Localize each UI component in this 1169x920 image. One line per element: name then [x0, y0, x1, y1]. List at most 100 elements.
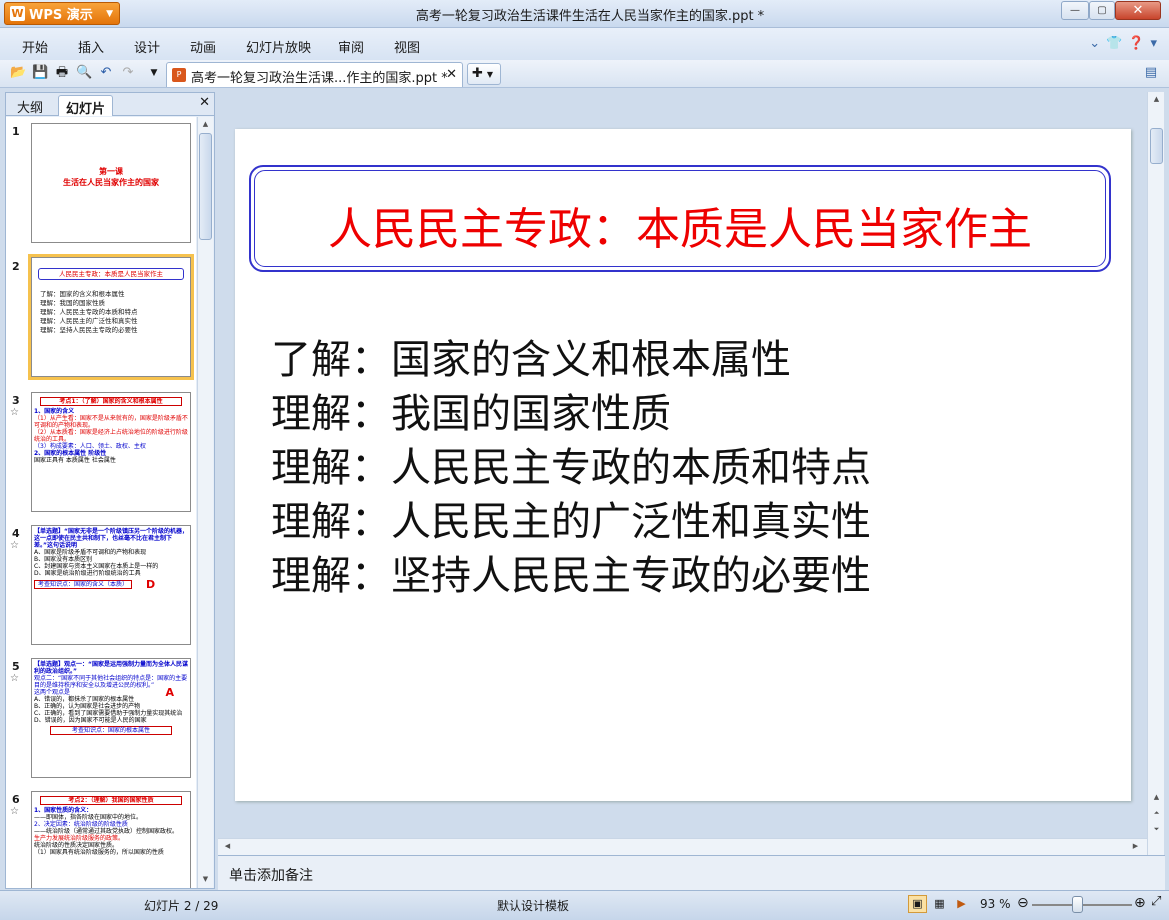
redo-icon[interactable]: ↷: [120, 65, 136, 81]
slide-body[interactable]: 了解：国家的含义和根本属性 理解：我国的国家性质 理解：人民民主专政的本质和特点…: [271, 333, 871, 603]
undo-icon[interactable]: ↶: [98, 65, 114, 81]
slide-body-line: 理解：人民民主的广泛性和真实性: [271, 499, 871, 545]
thumbnail-text: 2、决定因素：统治阶级的阶级性质: [34, 821, 128, 828]
print-icon[interactable]: 🖶: [54, 65, 70, 81]
wps-logo-icon: W: [10, 6, 25, 21]
thumbnail-text: 生活在人民当家作主的国家: [63, 178, 159, 187]
vertical-scrollbar[interactable]: ▲ ▲ ⏶ ⏷: [1147, 92, 1164, 855]
chevron-down-icon[interactable]: ▾: [1150, 36, 1157, 51]
scroll-up-icon[interactable]: ▲: [1149, 92, 1164, 107]
scrollbar-thumb[interactable]: [199, 133, 212, 240]
chevron-down-icon: ▼: [106, 8, 113, 19]
slide-thumbnail-6[interactable]: 考点2：（理解）我国的国家性质 1、国家性质的含义： ——即国体，指各阶级在国家…: [31, 791, 191, 888]
thumbnail-number: 4: [12, 527, 20, 540]
slide-thumbnail-4[interactable]: 【单选题】“国家无非是一个阶级镇压另一个阶级的机器，这一点即使在民主共和制下，也…: [31, 525, 191, 645]
previous-slide-icon[interactable]: ⏶: [1149, 806, 1164, 821]
skin-icon[interactable]: 👕: [1106, 36, 1122, 51]
thumbnail-title: 人民民主专政：本质是人民当家作主: [38, 268, 184, 280]
scrollbar-thumb[interactable]: [1150, 128, 1163, 164]
notes-pane[interactable]: 单击添加备注: [218, 855, 1165, 890]
thumbnail-text: 理解：我国的国家性质: [40, 299, 105, 307]
tab-outline[interactable]: 大纲: [10, 95, 50, 116]
collapse-ribbon-icon[interactable]: ⌄: [1089, 36, 1100, 51]
title-bar: W WPS 演示 ▼ 高考一轮复习政治生活课件生活在人民当家作主的国家.ppt …: [0, 0, 1169, 28]
ppt-file-icon: P: [172, 68, 186, 82]
thumbnail-text: 考查知识点：国家的含义（本质）: [34, 580, 133, 589]
normal-view-icon[interactable]: ▣: [908, 895, 927, 913]
help-icon[interactable]: ❓: [1128, 36, 1144, 51]
chevron-down-icon: ▼: [486, 70, 494, 79]
wps-menu-button[interactable]: W WPS 演示 ▼: [4, 2, 120, 25]
slide-thumbnail-3[interactable]: 考点1：（了解）国家的含义和根本属性 1、国家的含义 （1）从产生看：国家不是从…: [31, 392, 191, 512]
menu-review[interactable]: 审阅: [338, 37, 364, 56]
status-bar: 幻灯片 2 / 29 默认设计模板 ▣ ▦ ▶ 93 % ⊖ ⊕ ⤢: [0, 890, 1169, 920]
slide-edit-area: 人民民主专政：本质是人民当家作主 了解：国家的含义和根本属性 理解：我国的国家性…: [218, 92, 1165, 855]
animation-star-icon: ☆: [10, 806, 19, 817]
close-panel-icon[interactable]: ✕: [199, 95, 210, 110]
notes-placeholder: 单击添加备注: [229, 868, 313, 884]
thumbnail-text: 生产力发展统治阶级服务的政策。: [34, 835, 125, 842]
panel-scrollbar[interactable]: ▲ ▼: [197, 117, 213, 888]
next-slide-icon[interactable]: ⏷: [1149, 822, 1164, 837]
slide-body-line: 理解：坚持人民民主专政的必要性: [271, 553, 871, 599]
horizontal-scrollbar[interactable]: ◀ ▶: [218, 838, 1147, 855]
window-layout-icon[interactable]: ▤: [1143, 65, 1159, 81]
print-preview-icon[interactable]: 🔍: [76, 65, 92, 81]
menu-bar: 开始 插入 设计 动画 幻灯片放映 审阅 视图 ⌄ 👕 ❓ ▾: [0, 28, 1169, 60]
thumbnail-text: （1）从产生看：国家不是从来就有的，国家是阶级矛盾不可调和的产物和表现。: [34, 415, 188, 429]
zoom-out-icon[interactable]: ⊖: [1017, 895, 1029, 911]
thumbnail-text: 理解：坚持人民民主专政的必要性: [40, 326, 138, 334]
new-tab-button[interactable]: ✚ ▼: [467, 63, 501, 85]
thumbnail-text: 这两个观点是: [34, 689, 71, 696]
maximize-button[interactable]: ▢: [1089, 1, 1115, 20]
scroll-down-icon[interactable]: ▼: [198, 872, 213, 887]
quick-access-toolbar: 📂 💾 🖶 🔍 ↶ ↷ ▼ P 高考一轮复习政治生活课...作主的国家.ppt …: [0, 60, 1169, 88]
thumbnail-text: B、国家没有本质区别: [34, 556, 93, 563]
slide-sorter-icon[interactable]: ▦: [930, 895, 949, 913]
thumbnail-number: 5: [12, 660, 20, 673]
slideshow-icon[interactable]: ▶: [952, 895, 971, 913]
menu-slideshow[interactable]: 幻灯片放映: [246, 37, 311, 56]
menu-design[interactable]: 设计: [134, 37, 160, 56]
scroll-up-icon[interactable]: ▲: [198, 117, 213, 132]
minimize-button[interactable]: —: [1061, 1, 1089, 20]
zoom-in-icon[interactable]: ⊕: [1134, 895, 1146, 911]
slides-panel: 大纲 幻灯片 ✕ 1 第一课 生活在人民当家作主的国家 2 人民民主专政：本质是…: [5, 92, 215, 889]
menu-view[interactable]: 视图: [394, 37, 420, 56]
menu-home[interactable]: 开始: [22, 37, 48, 56]
thumbnail-text: ——即国体，指各阶级在国家中的地位。: [34, 814, 143, 821]
thumbnail-text: 【单选题】观点一：“国家是运用强制力量而为全体人民谋利的政治组织。”: [34, 661, 188, 675]
thumbnail-list: 1 第一课 生活在人民当家作主的国家 2 人民民主专政：本质是人民当家作主 了解…: [6, 117, 196, 888]
current-slide[interactable]: 人民民主专政：本质是人民当家作主 了解：国家的含义和根本属性 理解：我国的国家性…: [235, 129, 1131, 801]
scroll-right-icon[interactable]: ▶: [1128, 839, 1143, 854]
animation-star-icon: ☆: [10, 673, 19, 684]
zoom-slider-knob[interactable]: [1072, 896, 1083, 913]
thumbnail-text: 【单选题】“国家无非是一个阶级镇压另一个阶级的机器，这一点即使在民主共和制下，也…: [34, 528, 188, 549]
thumbnail-text: C、封建国家与资本主义国家在本质上是一样的: [34, 563, 159, 570]
slide-body-line: 理解：人民民主专政的本质和特点: [271, 445, 871, 491]
close-tab-icon[interactable]: ✕: [446, 67, 457, 82]
thumbnail-text: （1）国家具有统治阶级服务的，所以国家的性质: [34, 849, 164, 856]
close-button[interactable]: ✕: [1115, 1, 1161, 20]
thumbnail-text: 2、国家的根本属性 阶级性: [34, 450, 107, 457]
customize-toolbar-icon[interactable]: ▼: [146, 65, 162, 81]
plus-icon: ✚: [472, 66, 483, 81]
menu-animation[interactable]: 动画: [190, 37, 216, 56]
slide-title-box[interactable]: 人民民主专政：本质是人民当家作主: [249, 165, 1111, 272]
thumbnail-text: 国家正具有 本质属性 社会属性: [34, 457, 116, 464]
slide-thumbnail-5[interactable]: 【单选题】观点一：“国家是运用强制力量而为全体人民谋利的政治组织。” 观点二：“…: [31, 658, 191, 778]
slide-thumbnail-1[interactable]: 第一课 生活在人民当家作主的国家: [31, 123, 191, 243]
document-tab[interactable]: P 高考一轮复习政治生活课...作主的国家.ppt * ✕: [166, 62, 463, 87]
slide-thumbnail-2[interactable]: 人民民主专政：本质是人民当家作主 了解：国家的含义和根本属性 理解：我国的国家性…: [28, 254, 194, 380]
thumbnail-text: （2）从本质看：国家是经济上占统治地位的阶级进行阶级统治的工具。: [34, 429, 188, 443]
open-icon[interactable]: 📂: [10, 65, 26, 81]
save-icon[interactable]: 💾: [32, 65, 48, 81]
scroll-left-icon[interactable]: ◀: [220, 839, 235, 854]
thumbnail-text: 统治阶级的性质决定国家性质。: [34, 842, 119, 849]
scroll-up-icon[interactable]: ▲: [1149, 790, 1164, 805]
tab-slides[interactable]: 幻灯片: [58, 95, 114, 117]
slide-counter: 幻灯片 2 / 29: [144, 899, 219, 913]
menu-insert[interactable]: 插入: [78, 37, 104, 56]
thumbnail-number: 2: [12, 260, 20, 273]
fit-window-icon[interactable]: ⤢: [1151, 894, 1161, 909]
